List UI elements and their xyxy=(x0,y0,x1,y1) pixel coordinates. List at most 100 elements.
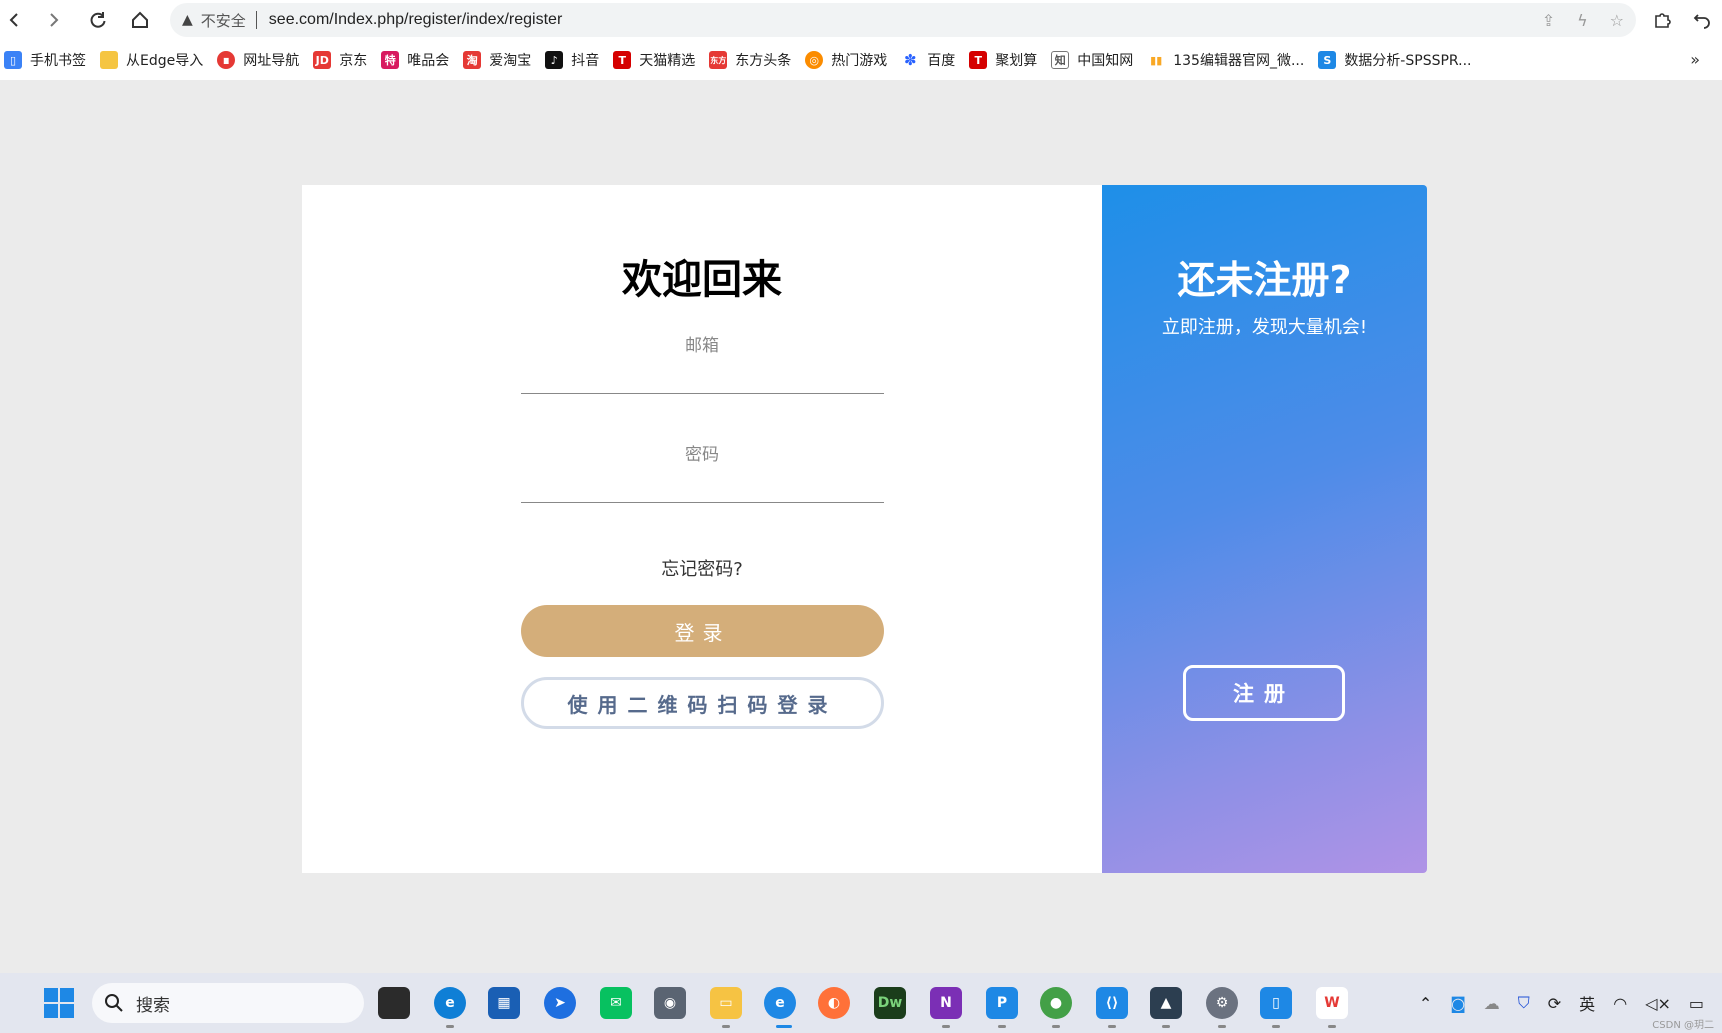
p-app-icon[interactable]: P xyxy=(986,987,1018,1019)
lightning-icon[interactable]: ϟ xyxy=(1577,11,1588,30)
share-icon[interactable]: ⇪ xyxy=(1542,11,1555,30)
address-bar[interactable]: ▲ 不安全 see.com/Index.php/register/index/r… xyxy=(170,3,1636,37)
login-button[interactable]: 登录 xyxy=(521,605,884,657)
forgot-password-link[interactable]: 忘记密码? xyxy=(302,555,1102,581)
bookmark-label: 聚划算 xyxy=(995,53,1038,69)
bookmark-item[interactable]: ✽ 百度 xyxy=(901,50,955,70)
star-icon[interactable]: ☆ xyxy=(1610,11,1624,30)
task-view-icon[interactable] xyxy=(378,987,410,1019)
windows-start-icon[interactable] xyxy=(44,988,74,1018)
search-label: 搜索 xyxy=(136,995,170,1016)
toutiao-icon: 东方 xyxy=(709,51,728,69)
green-app-icon[interactable]: ● xyxy=(1040,987,1072,1019)
spss-icon: S xyxy=(1318,51,1337,69)
jd-icon: JD xyxy=(313,51,332,69)
address-separator xyxy=(255,11,257,29)
file-explorer-icon[interactable]: ▭ xyxy=(710,987,742,1019)
bookmark-label: 从Edge导入 xyxy=(126,53,204,69)
battery-icon[interactable]: ▭ xyxy=(1689,994,1704,1013)
bookmark-label: 天猫精选 xyxy=(639,53,696,69)
watermark: CSDN @玥二 xyxy=(1652,1020,1714,1031)
bookmark-item[interactable]: 从Edge导入 xyxy=(100,50,203,70)
onenote-icon[interactable]: N xyxy=(930,987,962,1019)
forward-button[interactable] xyxy=(34,0,74,40)
undo-menu-button[interactable] xyxy=(1682,0,1722,40)
bookmark-label: 东方头条 xyxy=(735,53,792,69)
shield-icon[interactable]: ⛉ xyxy=(1518,993,1530,1013)
bookmark-item[interactable]: ◎ 热门游戏 xyxy=(805,50,887,70)
bookmark-item[interactable]: ♪ 抖音 xyxy=(545,50,599,70)
bookmark-item[interactable]: 特唯品会 xyxy=(381,50,449,70)
douyin-icon: ♪ xyxy=(545,51,564,69)
back-button[interactable] xyxy=(0,0,34,40)
bookmark-label: 热门游戏 xyxy=(831,53,888,69)
page-content: 欢迎回来 邮箱 密码 忘记密码? 登录 使用二维码扫码登录 还未注册? 立即注册… xyxy=(0,80,1722,973)
extensions-button[interactable] xyxy=(1642,0,1682,40)
url-text[interactable]: see.com/Index.php/register/index/registe… xyxy=(269,11,562,29)
bookmark-label: 唯品会 xyxy=(407,53,450,69)
volume-icon[interactable]: ◁× xyxy=(1645,994,1671,1013)
cat-app-icon[interactable]: ▲ xyxy=(1150,987,1182,1019)
bookmark-item[interactable]: JD 京东 xyxy=(313,50,367,70)
bookmarks-more-button[interactable]: » xyxy=(1690,50,1700,69)
bookmark-item[interactable]: ∎ 网址导航 xyxy=(217,50,299,70)
browser-active-icon[interactable]: e xyxy=(764,987,796,1019)
bookmark-item[interactable]: ▮▮ 135编辑器官网_微... xyxy=(1147,50,1304,70)
reload-button[interactable] xyxy=(78,0,118,40)
bookmark-item[interactable]: 知中国知网 xyxy=(1051,50,1133,70)
bookmark-item[interactable]: S 数据分析-SPSSPR... xyxy=(1318,50,1472,70)
login-panel: 欢迎回来 邮箱 密码 忘记密码? 登录 使用二维码扫码登录 xyxy=(302,185,1102,873)
search-icon xyxy=(105,994,123,1012)
running-indicator xyxy=(1328,1025,1336,1028)
phone-bookmark-icon: ▯ xyxy=(4,51,22,69)
bookmark-item[interactable]: ▯ 手机书签 xyxy=(4,50,86,70)
password-field[interactable] xyxy=(521,472,884,502)
wechat-icon[interactable]: ✉ xyxy=(600,987,632,1019)
insecure-label: 不安全 xyxy=(200,11,246,30)
email-field[interactable] xyxy=(521,363,884,393)
bookmark-label: 135编辑器官网_微... xyxy=(1173,53,1305,69)
cnki-icon: 知 xyxy=(1051,51,1070,69)
bookmark-item[interactable]: T 聚划算 xyxy=(969,50,1037,70)
taskbar-search[interactable]: 搜索 xyxy=(92,983,364,1023)
vscode-icon[interactable]: ⟨⟩ xyxy=(1096,987,1128,1019)
sync-icon[interactable]: ⟳ xyxy=(1548,994,1561,1013)
undo-icon xyxy=(1693,14,1710,29)
editor-icon: ▮▮ xyxy=(1147,51,1166,69)
phone-link-icon[interactable]: ▯ xyxy=(1260,987,1292,1019)
dreamweaver-icon[interactable]: Dw xyxy=(874,987,906,1019)
bookmark-label: 抖音 xyxy=(571,53,600,69)
cloud-icon[interactable]: ☁ xyxy=(1484,994,1500,1013)
wps-icon[interactable]: W xyxy=(1316,987,1348,1019)
wifi-icon[interactable]: ◠ xyxy=(1613,994,1627,1013)
vip-icon: 特 xyxy=(381,51,400,69)
address-actions: ⇪ ϟ ☆ xyxy=(1542,3,1624,37)
edge-icon[interactable]: e xyxy=(434,987,466,1019)
tray-app-icon[interactable]: ◙ xyxy=(1450,994,1466,1013)
bookmark-item[interactable]: T 天猫精选 xyxy=(613,50,695,70)
puzzle-icon xyxy=(1655,13,1671,28)
home-button[interactable] xyxy=(120,0,160,40)
register-button[interactable]: 注册 xyxy=(1183,665,1345,721)
email-label: 邮箱 xyxy=(685,336,719,356)
qr-login-button[interactable]: 使用二维码扫码登录 xyxy=(521,677,884,729)
reload-icon xyxy=(90,12,106,28)
bookmark-item[interactable]: 东方 东方头条 xyxy=(709,50,791,70)
running-indicator xyxy=(1272,1025,1280,1028)
firefox-icon[interactable]: ◐ xyxy=(818,987,850,1019)
bookmark-item[interactable]: 淘爱淘宝 xyxy=(463,50,531,70)
camera-icon[interactable]: ◉ xyxy=(654,987,686,1019)
chevron-up-icon[interactable]: ⌃ xyxy=(1419,994,1432,1013)
chevron-right-icon xyxy=(50,13,59,27)
bookmark-label: 百度 xyxy=(927,53,956,69)
store-icon[interactable]: ▦ xyxy=(488,987,520,1019)
arrow-app-icon[interactable]: ➤ xyxy=(544,987,576,1019)
login-title: 欢迎回来 xyxy=(622,257,782,303)
bookmark-label: 数据分析-SPSSPR... xyxy=(1344,53,1472,69)
tmall-icon: T xyxy=(613,51,632,69)
running-indicator xyxy=(1218,1025,1226,1028)
bookmark-label: 网址导航 xyxy=(243,53,300,69)
ime-indicator[interactable]: 英 xyxy=(1579,991,1595,1015)
running-indicator xyxy=(1052,1025,1060,1028)
settings-icon[interactable]: ⚙ xyxy=(1206,987,1238,1019)
